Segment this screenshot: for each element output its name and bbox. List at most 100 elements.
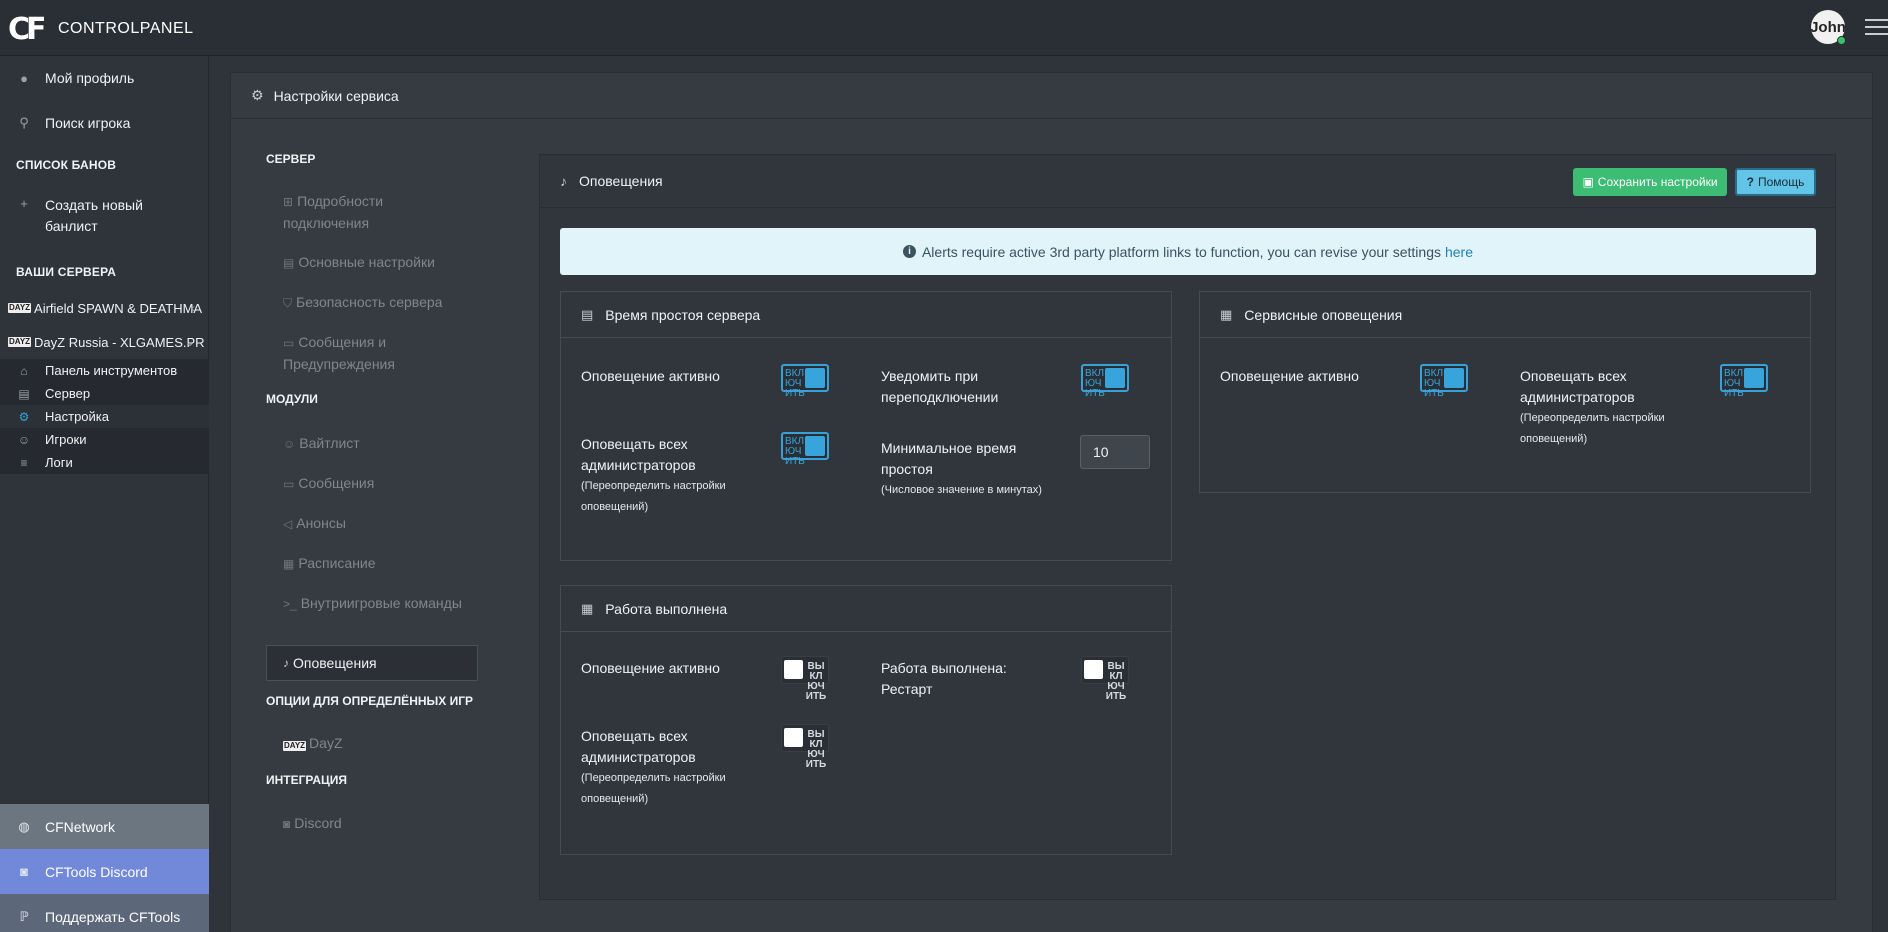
bell-icon: ♪: [560, 173, 567, 189]
nav-heading-integration: ИНТЕГРАЦИЯ: [266, 773, 348, 787]
nav-item-dayz[interactable]: DAYZ DayZ: [283, 733, 463, 754]
downtime-all-admins-label: Оповещать всех администраторов: [581, 436, 696, 473]
comment-icon: ▭: [283, 336, 295, 350]
nav-item-ingame-commands[interactable]: >_ Внутриигровые команды: [283, 593, 463, 615]
nav-heading-games: ОПЦИИ ДЛЯ ОПРЕДЕЛЁННЫХ ИГР: [266, 694, 474, 708]
logo-mark: CF: [8, 11, 47, 47]
settings-link[interactable]: here: [1445, 244, 1473, 260]
downtime-card-header: ▤ Время простоя сервера: [561, 292, 1171, 338]
calendar-icon: ▦: [1220, 306, 1233, 322]
sidebar-item-label: Поиск игрока: [45, 115, 131, 131]
sidebar-item-search-player[interactable]: ⚲ Поиск игрока: [0, 111, 209, 135]
nav-item-label: Расписание: [298, 555, 376, 571]
help-button[interactable]: ? Помощь: [1735, 168, 1816, 196]
toggle-text: ВКЛЮЧИТЬ: [785, 436, 805, 467]
service-active-label: Оповещение активно: [1220, 368, 1359, 384]
top-bar: CF CONTROLPANEL John: [0, 0, 1888, 56]
sidebar-item-label: Логи: [45, 455, 73, 470]
job-done-all-admins-toggle[interactable]: ВЫКЛЮЧИТЬ: [781, 724, 829, 770]
list-icon: ≡: [20, 455, 28, 470]
hamburger-menu-icon[interactable]: [1865, 19, 1888, 37]
sidebar-item-dashboard[interactable]: ⌂ Панель инструментов: [0, 359, 209, 382]
dayz-badge-icon: DAYZ: [283, 741, 307, 751]
nav-item-label: Основные настройки: [298, 254, 435, 270]
logo-text: CONTROLPANEL: [58, 20, 194, 37]
reconnect-toggle[interactable]: ВКЛЮЧИТЬ: [1081, 364, 1129, 399]
server-name: Airfield SPAWN & DEATHMA: [34, 300, 203, 316]
nav-item-label: Сообщения: [298, 475, 375, 491]
service-alerts-card-header: ▦ Сервисные оповещения: [1200, 292, 1810, 338]
service-all-admins-toggle[interactable]: ВКЛЮЧИТЬ: [1720, 364, 1768, 399]
sidebar-heading-servers: ВАШИ СЕРВЕРА: [16, 265, 117, 279]
sidebar-item-create-banlist[interactable]: + Создать новый банлист: [0, 196, 209, 236]
floppy-disk-icon: ▣: [1582, 175, 1594, 189]
online-status-dot: [1837, 36, 1846, 45]
sidebar-item-label: Сервер: [45, 386, 91, 401]
server-icon: ▤: [18, 386, 30, 401]
toggle-text: ВЫКЛЮЧИТЬ: [805, 729, 827, 770]
calendar-icon: ▦: [283, 557, 295, 571]
sidebar-item-settings[interactable]: ⚙ Настройка: [0, 405, 209, 428]
service-active-toggle[interactable]: ВКЛЮЧИТЬ: [1420, 364, 1468, 399]
toggle-text: ВЫКЛЮЧИТЬ: [805, 661, 827, 702]
info-icon: i: [902, 245, 916, 258]
job-done-card-header: ▦ Работа выполнена: [561, 586, 1171, 632]
nav-heading-modules: МОДУЛИ: [266, 392, 318, 406]
sidebar-item-logs[interactable]: ≡ Логи: [0, 451, 209, 474]
discord-icon: ◙: [283, 817, 291, 831]
nav-item-alerts[interactable]: ♪ Оповещения: [266, 645, 478, 681]
sidebar-heading-banlists: СПИСОК БАНОВ: [16, 158, 117, 172]
downtime-card: ▤ Время простоя сервера Оповещение актив…: [560, 291, 1172, 561]
toggle-knob: [1084, 660, 1103, 679]
toggle-knob: [805, 436, 825, 456]
comments-icon: ▭: [283, 477, 295, 491]
job-done-active-toggle[interactable]: ВЫКЛЮЧИТЬ: [781, 656, 829, 702]
toggle-text: ВКЛЮЧИТЬ: [785, 368, 805, 399]
nav-item-messages[interactable]: ▭ Сообщения: [283, 473, 463, 495]
reconnect-label: Уведомить при переподключении: [881, 368, 999, 405]
min-downtime-note: (Числовое значение в минутах): [881, 484, 1042, 496]
nav-item-label: Внутриигровые команды: [300, 595, 462, 611]
sidebar-server-xlgames[interactable]: DAYZ DayZ Russia - XLGAMES.PR ⌄: [0, 328, 209, 356]
nav-item-announcements[interactable]: ◁ Анонсы: [283, 513, 463, 535]
alerts-card: ♪ Оповещения ▣ Сохранить настройки ? Помощ…: [539, 154, 1836, 900]
user-check-icon: ☺: [283, 437, 296, 451]
sidebar-item-support[interactable]: ℙ Поддержать CFTools: [0, 894, 209, 932]
dayz-badge-icon: DAYZ: [8, 303, 32, 313]
info-text: Alerts require active 3rd party platform…: [921, 243, 1441, 260]
sidebar-item-cfnetwork[interactable]: ◍ CFNetwork: [0, 804, 209, 849]
server-icon: ▤: [283, 256, 295, 270]
sidebar-item-label: Мой профиль: [45, 70, 135, 86]
downtime-active-toggle[interactable]: ВКЛЮЧИТЬ: [781, 364, 829, 399]
sidebar-server-airfield[interactable]: DAYZ Airfield SPAWN & DEATHMA ‹: [0, 294, 209, 322]
bullhorn-icon: ◁: [283, 517, 293, 531]
nav-item-discord[interactable]: ◙ Discord: [283, 813, 463, 835]
job-done-title: Работа выполнена: [605, 600, 728, 617]
nav-item-connection[interactable]: ⊞ Подробности подключения: [283, 191, 463, 234]
nav-item-schedule[interactable]: ▦ Расписание: [283, 553, 463, 575]
nav-item-whitelist[interactable]: ☺ Вайтлист: [283, 433, 463, 455]
nav-item-messages-warnings[interactable]: ▭ Сообщения и Предупреждения: [283, 332, 463, 375]
info-banner: i Alerts require active 3rd party platfo…: [560, 228, 1816, 275]
job-done-restart-toggle[interactable]: ВЫКЛЮЧИТЬ: [1081, 656, 1129, 702]
service-alerts-title: Сервисные оповещения: [1244, 306, 1403, 323]
min-downtime-input[interactable]: [1080, 435, 1150, 469]
dashboard-icon: ⌂: [20, 363, 28, 378]
cf-logo[interactable]: CF CONTROLPANEL: [8, 11, 194, 47]
sidebar-item-profile[interactable]: ● Мой профиль: [0, 66, 209, 90]
sidebar-item-discord[interactable]: ◙ CFTools Discord: [0, 849, 209, 894]
save-settings-button[interactable]: ▣ Сохранить настройки: [1573, 168, 1727, 196]
dayz-badge-icon: DAYZ: [8, 337, 32, 347]
gears-icon: ⚙: [251, 87, 264, 103]
sidebar-item-server[interactable]: ▤ Сервер: [0, 382, 209, 405]
job-done-all-admins-label: Оповещать всех администраторов: [581, 728, 696, 765]
sidebar-item-label: Настройка: [45, 409, 109, 424]
nav-item-label: Вайтлист: [299, 435, 360, 451]
chevron-left-icon: ‹: [191, 301, 195, 315]
nav-item-security[interactable]: ⛉ Безопасность сервера: [283, 292, 463, 314]
nav-item-general[interactable]: ▤ Основные настройки: [283, 252, 463, 274]
sidebar-item-label: CFTools Discord: [45, 863, 148, 880]
downtime-all-admins-toggle[interactable]: ВКЛЮЧИТЬ: [781, 432, 829, 467]
server-icon: ▤: [581, 306, 594, 322]
sidebar-item-players[interactable]: ☺ Игроки: [0, 428, 209, 451]
